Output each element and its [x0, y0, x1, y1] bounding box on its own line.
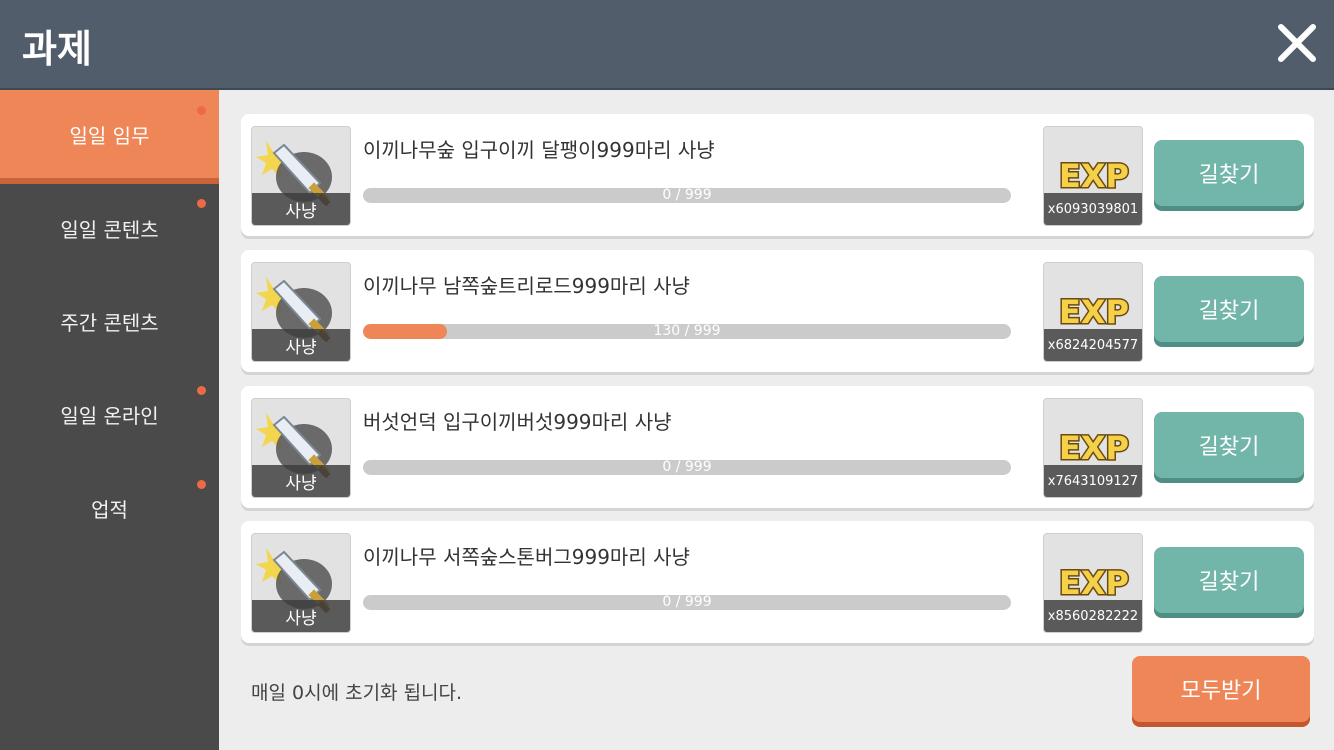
reward-box: EXP x6824204577: [1043, 262, 1143, 362]
reward-box: EXP x7643109127: [1043, 398, 1143, 498]
sidebar-item-label: 주간 콘텐츠: [60, 310, 159, 335]
quest-icon-box: 사냥: [251, 533, 351, 633]
progress-bar: 130 / 999: [363, 324, 1011, 339]
svg-text:EXP: EXP: [1059, 157, 1129, 195]
progress-text: 0 / 999: [662, 595, 712, 610]
reward-amount: x7643109127: [1044, 465, 1142, 497]
sidebar: 일일 임무 일일 콘텐츠 주간 콘텐츠 일일 온라인 업적: [0, 90, 219, 750]
quest-type-label: 사냥: [252, 329, 350, 361]
quest-icon-box: 사냥: [251, 126, 351, 226]
title-bar: 과제: [0, 0, 1334, 88]
find-path-button[interactable]: 길찾기: [1154, 276, 1304, 342]
notification-dot: [197, 199, 206, 208]
progress-bar: 0 / 999: [363, 188, 1011, 203]
quest-card: 사냥 버섯언덕 입구이끼버섯999마리 사냥 0 / 999 EXP x7643…: [241, 386, 1314, 508]
progress-bar: 0 / 999: [363, 595, 1011, 610]
quest-icon-box: 사냥: [251, 398, 351, 498]
svg-text:EXP: EXP: [1059, 429, 1129, 467]
progress-text: 130 / 999: [653, 324, 721, 339]
find-path-button[interactable]: 길찾기: [1154, 547, 1304, 613]
reset-notice: 매일 0시에 초기화 됩니다.: [251, 682, 463, 704]
sidebar-item-daily-online[interactable]: 일일 온라인: [0, 370, 219, 458]
quest-card: 사냥 이끼나무 서쪽숲스톤버그999마리 사냥 0 / 999 EXP x856…: [241, 521, 1314, 643]
quest-type-label: 사냥: [252, 600, 350, 632]
notification-dot: [197, 386, 206, 395]
reward-amount: x6824204577: [1044, 329, 1142, 361]
sidebar-item-label: 업적: [91, 497, 128, 522]
quest-panel: 사냥 이끼나무숲 입구이끼 달팽이999마리 사냥 0 / 999 EXP x6…: [219, 90, 1334, 750]
progress-text: 0 / 999: [662, 460, 712, 475]
reward-amount: x8560282222: [1044, 600, 1142, 632]
close-icon[interactable]: [1274, 20, 1320, 66]
sidebar-item-weekly-content[interactable]: 주간 콘텐츠: [0, 277, 219, 365]
progress-bar: 0 / 999: [363, 460, 1011, 475]
reward-box: EXP x8560282222: [1043, 533, 1143, 633]
quest-type-label: 사냥: [252, 465, 350, 497]
quest-card: 사냥 이끼나무 남쪽숲트리로드999마리 사냥 130 / 999 EXP x6…: [241, 250, 1314, 372]
sidebar-item-label: 일일 임무: [69, 123, 150, 148]
sidebar-item-daily-content[interactable]: 일일 콘텐츠: [0, 184, 219, 272]
progress-text: 0 / 999: [662, 188, 712, 203]
sidebar-item-achievements[interactable]: 업적: [0, 464, 219, 552]
quest-title: 이끼나무숲 입구이끼 달팽이999마리 사냥: [363, 138, 715, 162]
quest-icon-box: 사냥: [251, 262, 351, 362]
svg-text:EXP: EXP: [1059, 293, 1129, 331]
quest-card: 사냥 이끼나무숲 입구이끼 달팽이999마리 사냥 0 / 999 EXP x6…: [241, 114, 1314, 236]
notification-dot: [197, 480, 206, 489]
quest-type-label: 사냥: [252, 193, 350, 225]
page-title: 과제: [22, 27, 92, 71]
notification-dot: [197, 106, 206, 115]
find-path-button[interactable]: 길찾기: [1154, 140, 1304, 206]
find-path-button[interactable]: 길찾기: [1154, 412, 1304, 478]
quest-title: 이끼나무 서쪽숲스톤버그999마리 사냥: [363, 545, 690, 569]
svg-text:EXP: EXP: [1059, 564, 1129, 602]
quest-title: 버섯언덕 입구이끼버섯999마리 사냥: [363, 410, 672, 434]
claim-all-button[interactable]: 모두받기: [1132, 656, 1310, 722]
reward-amount: x6093039801: [1044, 193, 1142, 225]
sidebar-item-daily-mission[interactable]: 일일 임무: [0, 90, 219, 184]
sidebar-item-label: 일일 콘텐츠: [60, 217, 159, 242]
reward-box: EXP x6093039801: [1043, 126, 1143, 226]
quest-title: 이끼나무 남쪽숲트리로드999마리 사냥: [363, 274, 690, 298]
sidebar-item-label: 일일 온라인: [60, 403, 159, 428]
